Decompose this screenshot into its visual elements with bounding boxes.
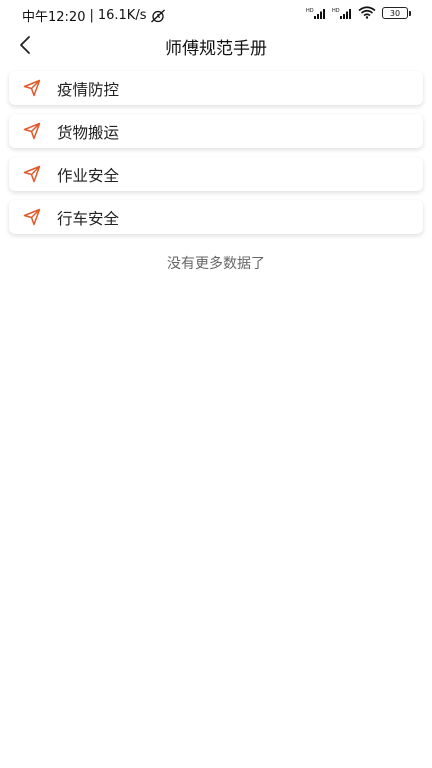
send-icon xyxy=(23,208,41,226)
list-item-work-safety[interactable]: 作业安全 xyxy=(9,157,423,191)
status-separator: | xyxy=(89,8,94,23)
list-item-label: 疫情防控 xyxy=(57,81,120,99)
alarm-off-icon xyxy=(150,9,166,23)
header: 师傅规范手册 xyxy=(0,30,432,62)
wifi-icon xyxy=(358,6,376,19)
list-item-label: 作业安全 xyxy=(57,167,120,185)
no-more-data-text: 没有更多数据了 xyxy=(167,256,265,272)
list-item-driving-safety[interactable]: 行车安全 xyxy=(9,200,423,234)
list-item-cargo-handling[interactable]: 货物搬运 xyxy=(9,114,423,148)
screen: 中午12:20 | 16.1K/s HD HD 30 师傅规范手册 疫情防控 货… xyxy=(0,0,432,768)
send-icon xyxy=(23,122,41,140)
svg-text:HD: HD xyxy=(332,8,340,14)
battery-icon: 30 xyxy=(382,6,411,19)
list-item-label: 行车安全 xyxy=(57,210,120,228)
status-right: HD HD 30 xyxy=(306,6,411,19)
status-time: 中午12:20 xyxy=(22,10,86,25)
status-bar: 中午12:20 | 16.1K/s HD HD 30 xyxy=(0,0,432,30)
status-left: 中午12:20 | 16.1K/s xyxy=(22,6,166,25)
svg-text:HD: HD xyxy=(306,8,314,14)
hd-signal-icon: HD xyxy=(306,7,326,19)
list-item-label: 货物搬运 xyxy=(57,124,120,142)
status-speed: 16.1K/s xyxy=(97,8,147,23)
send-icon xyxy=(23,165,41,183)
send-icon xyxy=(23,79,41,97)
list-item-epidemic-control[interactable]: 疫情防控 xyxy=(9,71,423,105)
manual-list: 疫情防控 货物搬运 作业安全 行车安全 xyxy=(9,71,423,243)
page-title: 师傅规范手册 xyxy=(165,39,267,59)
hd-signal-icon: HD xyxy=(332,7,352,19)
